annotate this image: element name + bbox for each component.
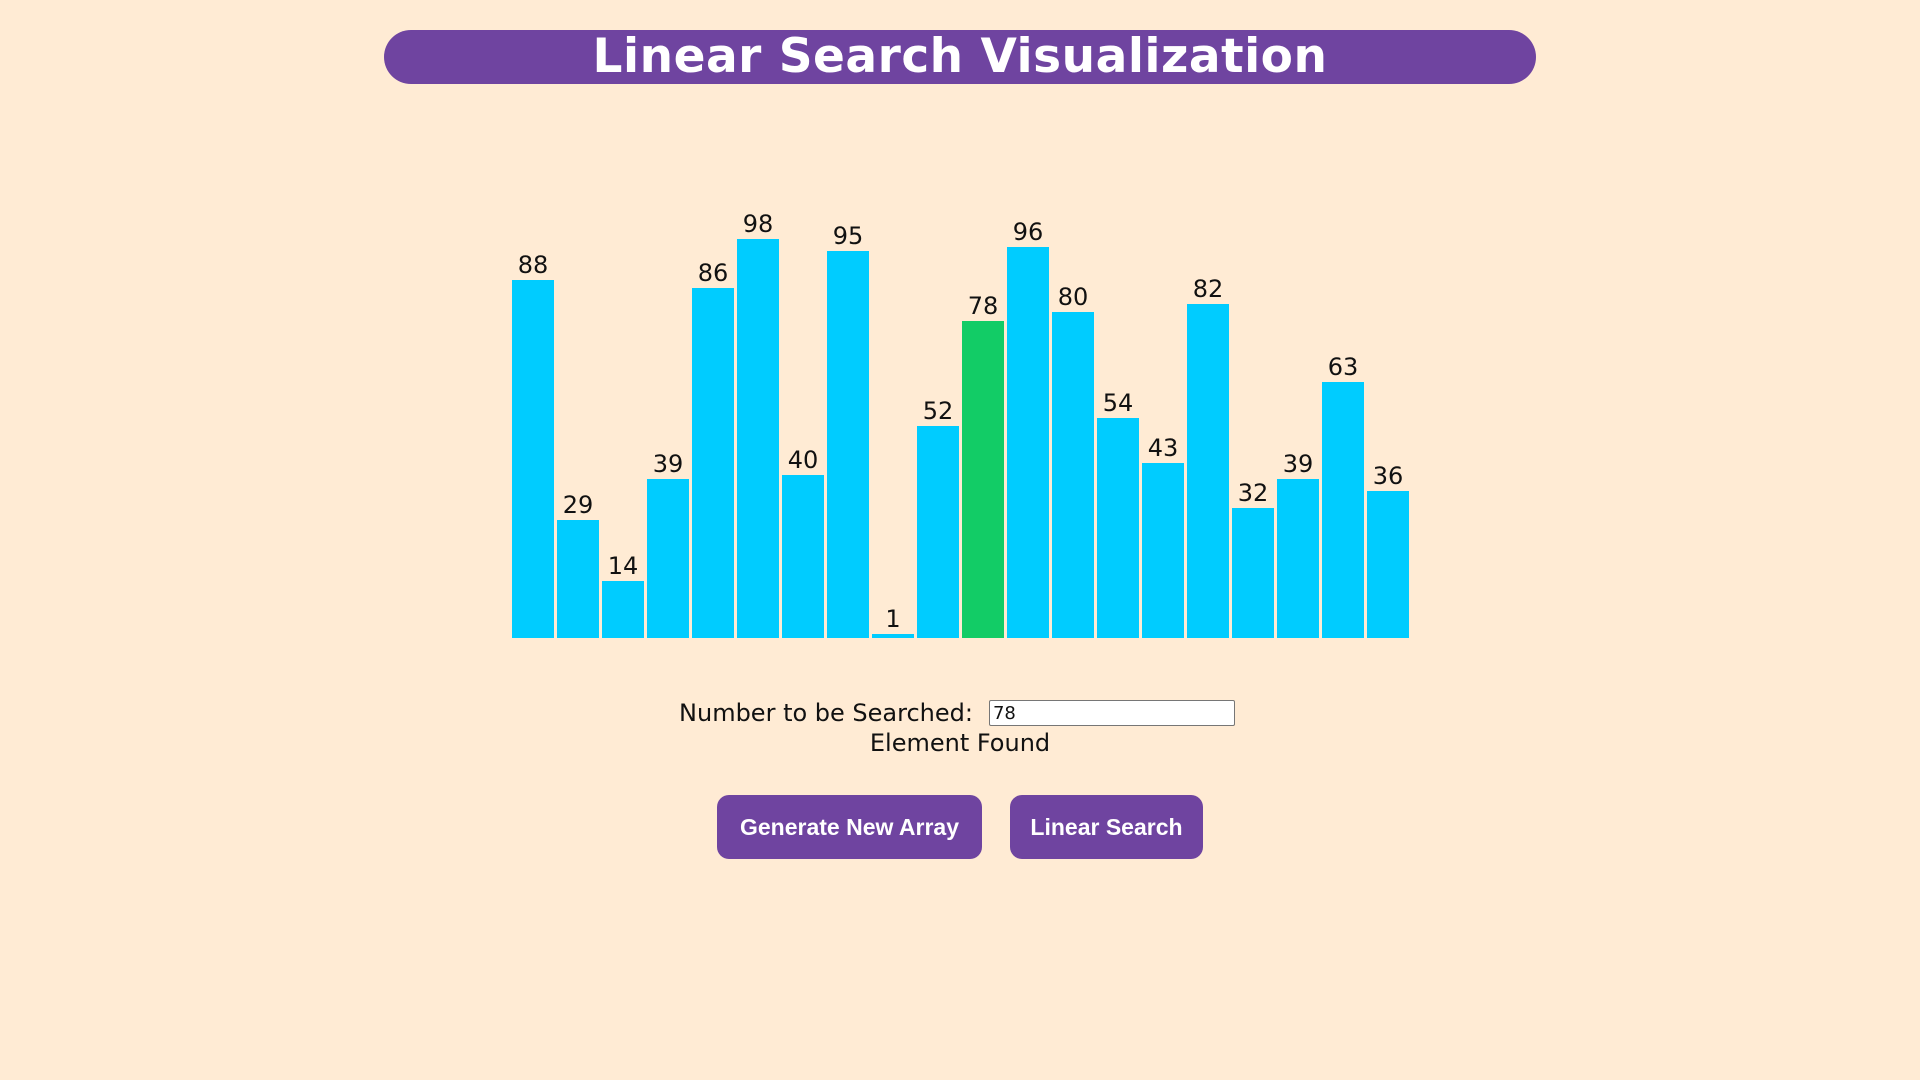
array-bar	[737, 239, 779, 638]
linear-search-button[interactable]: Linear Search	[1010, 795, 1203, 859]
array-bar	[1187, 304, 1229, 638]
generate-array-button[interactable]: Generate New Array	[717, 795, 982, 859]
bar-value-label: 86	[697, 259, 729, 287]
array-bar	[1007, 247, 1049, 638]
search-input[interactable]	[988, 700, 1235, 726]
array-bar-chart: 88 29 14 39 86 98 40 95 1 52 78 96 80 54 43 82 32 39 63 36	[0, 0, 1920, 700]
bar-value-label: 39	[652, 450, 684, 478]
button-row: Generate New Array Linear Search	[0, 795, 1920, 859]
array-bar	[1142, 463, 1184, 638]
array-bar	[692, 288, 734, 638]
bar-value-label: 98	[742, 210, 774, 238]
array-bar	[962, 321, 1004, 638]
bar-value-label: 95	[832, 222, 864, 250]
array-bar	[557, 520, 599, 638]
bar-value-label: 36	[1372, 462, 1404, 490]
bar-value-label: 14	[607, 552, 639, 580]
array-bar	[917, 426, 959, 638]
bar-value-label: 1	[885, 605, 901, 633]
bar-value-label: 54	[1102, 389, 1134, 417]
array-bar	[1367, 491, 1409, 638]
search-status: Element Found	[869, 729, 1051, 757]
bar-value-label: 43	[1147, 434, 1179, 462]
bar-value-label: 78	[967, 292, 999, 320]
bar-value-label: 40	[787, 446, 819, 474]
array-bar	[647, 479, 689, 638]
bar-value-label: 52	[922, 397, 954, 425]
bar-value-label: 63	[1327, 353, 1359, 381]
array-bar	[872, 634, 914, 638]
bar-value-label: 82	[1192, 275, 1224, 303]
bar-value-label: 39	[1282, 450, 1314, 478]
bar-value-label: 29	[562, 491, 594, 519]
bar-value-label: 32	[1237, 479, 1269, 507]
array-bar	[1322, 382, 1364, 638]
array-bar	[827, 251, 869, 638]
search-row: Number to be Searched:	[0, 698, 1920, 728]
bar-value-label: 80	[1057, 283, 1089, 311]
array-bar	[512, 280, 554, 638]
bar-value-label: 88	[517, 251, 549, 279]
array-bar	[602, 581, 644, 638]
array-bar	[1052, 312, 1094, 638]
bar-value-label: 96	[1012, 218, 1044, 246]
array-bar	[1277, 479, 1319, 638]
search-label: Number to be Searched:	[679, 699, 973, 727]
array-bar	[1097, 418, 1139, 638]
array-bar	[1232, 508, 1274, 638]
array-bar	[782, 475, 824, 638]
